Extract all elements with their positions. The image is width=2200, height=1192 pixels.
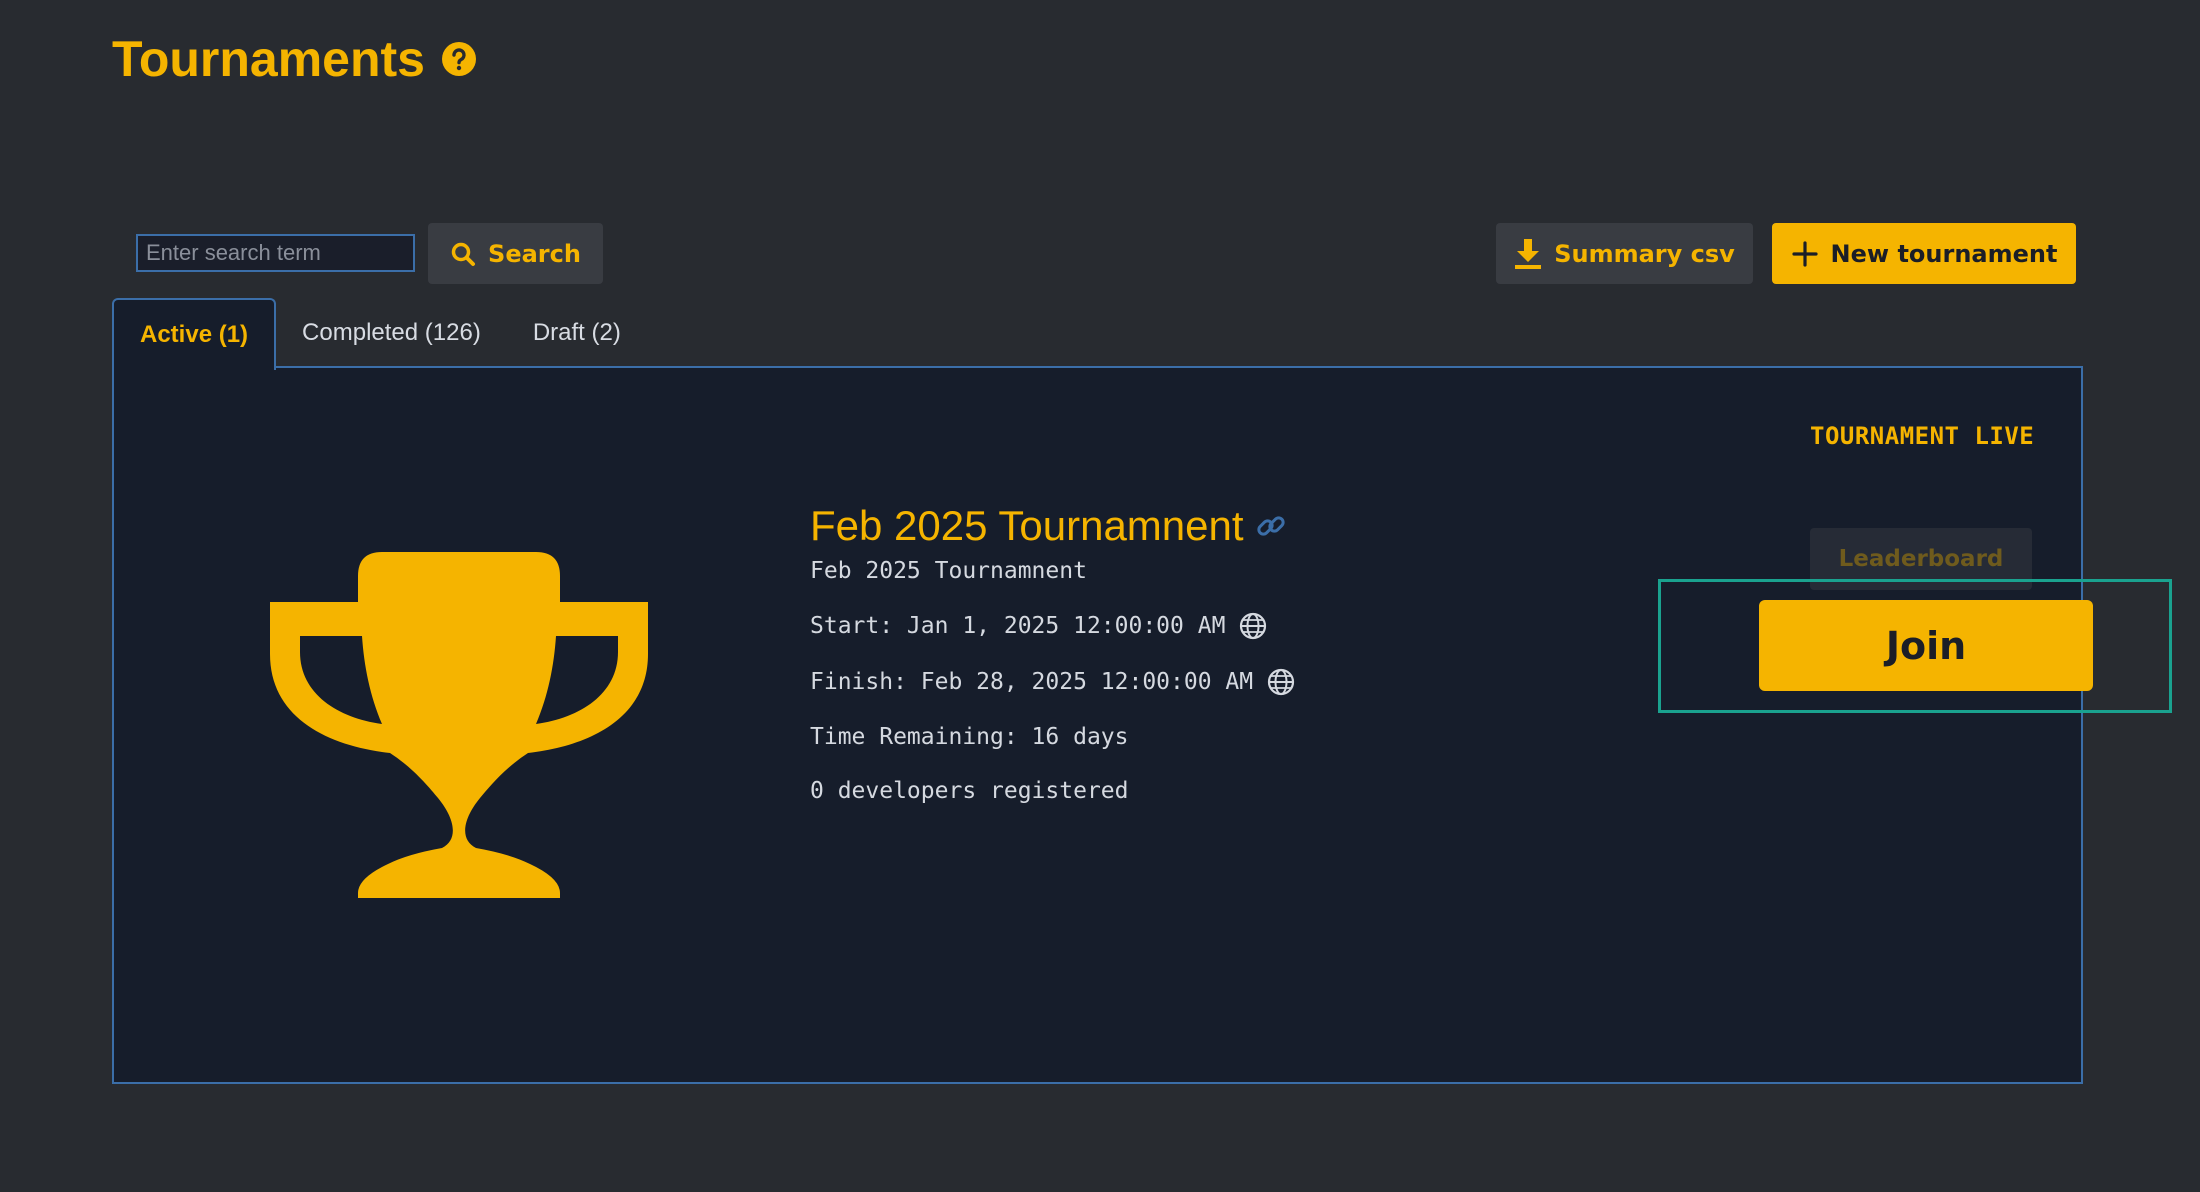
tournament-finish-row: Finish: Feb 28, 2025 12:00:00 AM bbox=[810, 668, 1295, 696]
trophy-icon bbox=[270, 552, 648, 898]
new-tournament-button[interactable]: New tournament bbox=[1772, 223, 2076, 284]
join-button[interactable]: Join bbox=[1759, 600, 2093, 691]
tournament-name[interactable]: Feb 2025 Tournamnent bbox=[810, 502, 1244, 550]
tournament-tabs: Active (1) Completed (126) Draft (2) bbox=[112, 298, 647, 370]
search-icon bbox=[451, 242, 476, 266]
time-remaining: Time Remaining: 16 days bbox=[810, 724, 1129, 750]
plus-icon bbox=[1791, 240, 1818, 267]
tournaments-page: Tournaments Search Summary csv New tourn… bbox=[0, 0, 2200, 1192]
tab-completed[interactable]: Completed (126) bbox=[276, 298, 507, 368]
tournament-description: Feb 2025 Tournamnent bbox=[810, 558, 1087, 584]
new-tournament-label: New tournament bbox=[1830, 239, 2058, 268]
tab-draft[interactable]: Draft (2) bbox=[507, 298, 647, 368]
search-input[interactable] bbox=[136, 234, 415, 272]
tournament-name-row: Feb 2025 Tournamnent bbox=[810, 502, 1295, 550]
page-header: Tournaments bbox=[112, 30, 477, 88]
tournament-start-row: Start: Jan 1, 2025 12:00:00 AM bbox=[810, 612, 1295, 640]
globe-icon[interactable] bbox=[1267, 668, 1295, 696]
summary-csv-button[interactable]: Summary csv bbox=[1496, 223, 1753, 284]
tournament-info: Feb 2025 Tournamnent Feb 2025 Tournamnen… bbox=[810, 502, 1295, 804]
registered-count: 0 developers registered bbox=[810, 778, 1129, 804]
question-circle-icon[interactable] bbox=[441, 41, 477, 77]
tournament-start: Start: Jan 1, 2025 12:00:00 AM bbox=[810, 613, 1226, 639]
page-title: Tournaments bbox=[112, 31, 425, 87]
status-badge: TOURNAMENT LIVE bbox=[1810, 422, 2035, 450]
globe-icon[interactable] bbox=[1239, 612, 1267, 640]
link-icon[interactable] bbox=[1256, 511, 1286, 541]
summary-csv-label: Summary csv bbox=[1554, 239, 1735, 268]
tournament-finish: Finish: Feb 28, 2025 12:00:00 AM bbox=[810, 669, 1254, 695]
search-button[interactable]: Search bbox=[428, 223, 603, 284]
search-button-label: Search bbox=[488, 239, 581, 268]
tab-active[interactable]: Active (1) bbox=[112, 298, 277, 370]
tournament-card: Feb 2025 Tournamnent Feb 2025 Tournamnen… bbox=[112, 366, 2172, 1084]
download-icon bbox=[1515, 238, 1542, 269]
